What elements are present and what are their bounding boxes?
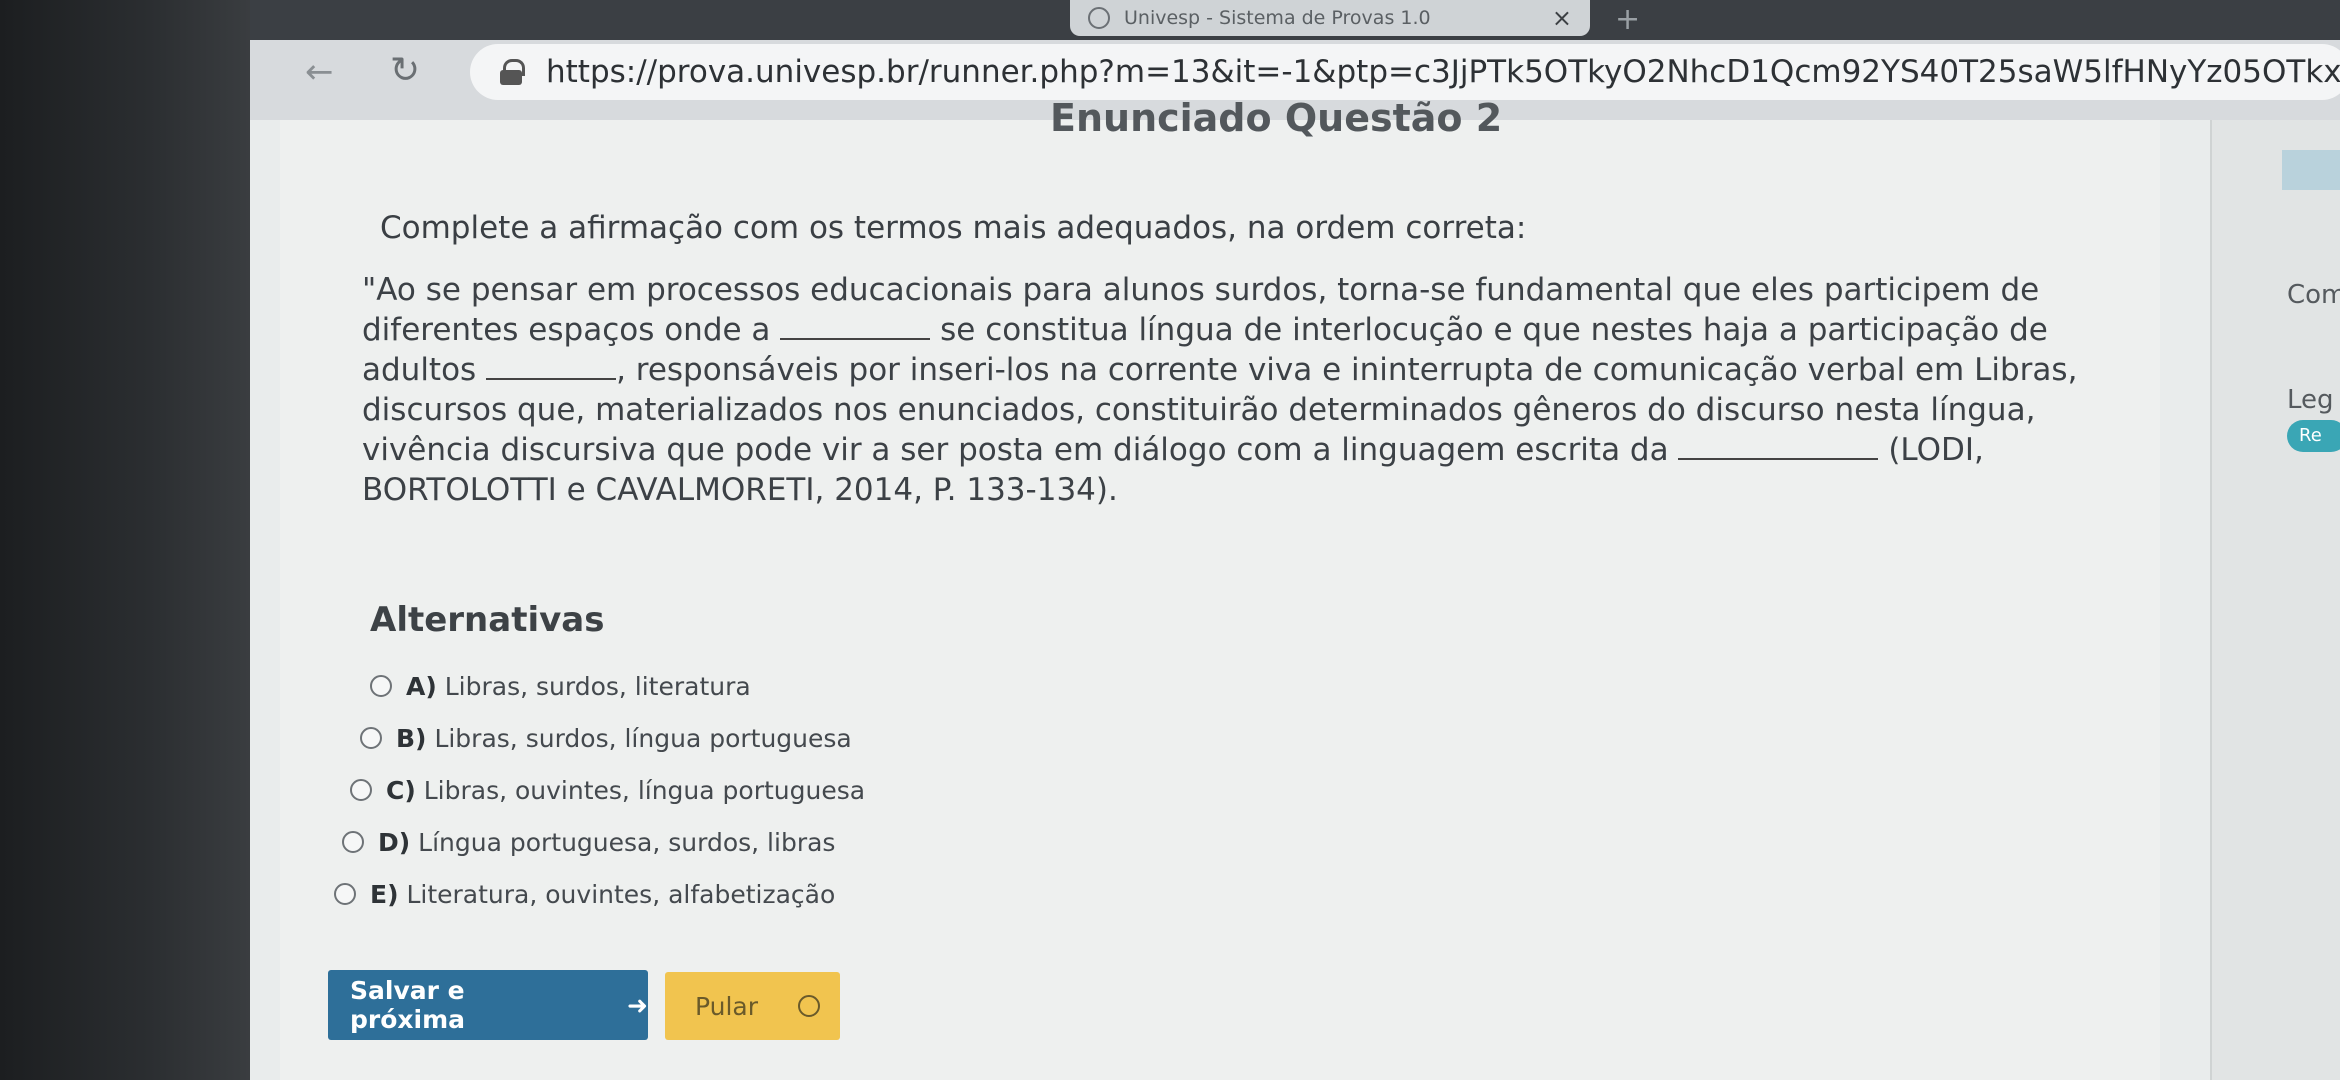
save-button-label: Salvar e próxima: [350, 976, 466, 1034]
skip-button-label: Pular: [695, 991, 759, 1021]
question-text: "Ao se pensar em processos educacionais …: [362, 270, 2122, 510]
alternative-b[interactable]: B) Libras, surdos, língua portuguesa: [360, 712, 865, 764]
lock-icon: [500, 59, 525, 85]
alternative-text: Língua portuguesa, surdos, libras: [418, 827, 836, 857]
browser-tab[interactable]: Univesp - Sistema de Provas 1.0 ×: [1070, 0, 1590, 36]
alternative-a[interactable]: A) Libras, surdos, literatura: [370, 660, 865, 712]
alternative-letter: D): [378, 827, 411, 857]
sidebar-label-leg: Leg: [2287, 385, 2334, 415]
alternative-text: Libras, surdos, literatura: [444, 671, 751, 701]
new-tab-icon[interactable]: +: [1615, 2, 1640, 37]
alternative-c[interactable]: C) Libras, ouvintes, língua portuguesa: [350, 764, 865, 816]
alternatives-title: Alternativas: [370, 600, 605, 640]
back-icon[interactable]: ←: [305, 52, 334, 92]
reload-icon[interactable]: ↻: [390, 50, 420, 91]
sidebar-pill-button[interactable]: Re: [2287, 420, 2340, 452]
page-content: Enunciado Questão 2 Complete a afirmação…: [250, 96, 2210, 1080]
radio-button[interactable]: [370, 675, 392, 697]
radio-button[interactable]: [360, 727, 382, 749]
blank-1: [780, 312, 931, 340]
screen-bezel: [0, 0, 250, 1080]
radio-button[interactable]: [350, 779, 372, 801]
alternative-text: Libras, ouvintes, língua portuguesa: [423, 775, 866, 805]
alternatives-list: A) Libras, surdos, literatura B) Libras,…: [330, 660, 865, 920]
alternative-text: Literatura, ouvintes, alfabetização: [406, 879, 836, 909]
address-bar[interactable]: https://prova.univesp.br/runner.php?m=13…: [470, 44, 2340, 100]
sidebar-badge: [2282, 150, 2340, 190]
alternative-letter: E): [370, 879, 399, 909]
alternative-e[interactable]: E) Literatura, ouvintes, alfabetização: [334, 868, 865, 920]
alternative-letter: B): [396, 723, 427, 753]
alternative-text: Libras, surdos, língua portuguesa: [434, 723, 852, 753]
instruction-text: Complete a afirmação com os termos mais …: [380, 210, 1527, 246]
close-icon[interactable]: ×: [1552, 4, 1572, 32]
globe-icon: [1088, 7, 1110, 29]
browser-tab-strip: Univesp - Sistema de Provas 1.0 × +: [250, 0, 2340, 40]
sidebar-label-com: Com: [2287, 280, 2340, 310]
alternative-letter: C): [386, 775, 416, 805]
clock-icon: [798, 995, 821, 1017]
save-and-next-button[interactable]: Salvar e próxima ➜: [328, 970, 648, 1040]
radio-button[interactable]: [334, 883, 356, 905]
arrow-right-icon: ➜: [627, 990, 648, 1020]
url-text: https://prova.univesp.br/runner.php?m=13…: [546, 54, 2340, 90]
radio-button[interactable]: [342, 831, 364, 853]
alternative-d[interactable]: D) Língua portuguesa, surdos, libras: [342, 816, 865, 868]
question-heading: Enunciado Questão 2: [1050, 96, 1503, 140]
tab-title: Univesp - Sistema de Provas 1.0: [1124, 7, 1431, 29]
alternative-letter: A): [406, 671, 437, 701]
blank-2: [486, 352, 617, 380]
question-card: Enunciado Questão 2 Complete a afirmação…: [280, 96, 2160, 1080]
blank-3: [1678, 432, 1879, 460]
right-sidebar: Com Leg Re: [2210, 120, 2340, 1080]
skip-button[interactable]: Pular: [665, 972, 840, 1040]
